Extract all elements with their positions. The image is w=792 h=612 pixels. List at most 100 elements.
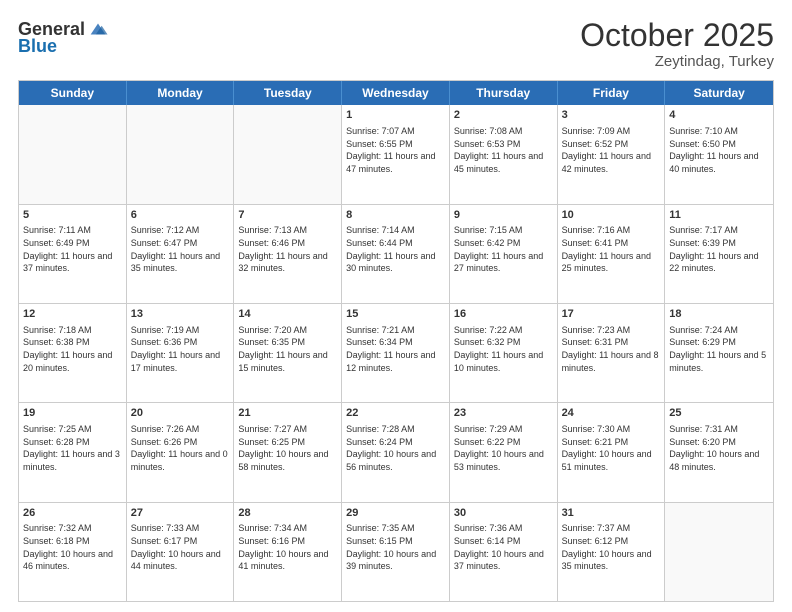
cell-info: Sunrise: 7:12 AM Sunset: 6:47 PM Dayligh…	[131, 224, 230, 274]
day-number: 11	[669, 208, 769, 223]
weekday-tuesday: Tuesday	[234, 81, 342, 105]
cal-cell: 30Sunrise: 7:36 AM Sunset: 6:14 PM Dayli…	[450, 503, 558, 601]
cal-cell: 24 Sunrise: 7:30 AM Sunset: 6:21 PM Dayli…	[558, 403, 666, 501]
cell-info: Sunrise: 7:20 AM Sunset: 6:35 PM Dayligh…	[238, 324, 337, 374]
cell-info: Sunrise: 7:33 AM Sunset: 6:17 PM Dayligh…	[131, 522, 230, 572]
cal-cell	[665, 503, 773, 601]
cal-cell: 10Sunrise: 7:16 AM Sunset: 6:41 PM Dayli…	[558, 205, 666, 303]
day-number: 9	[454, 208, 553, 223]
page: General Blue October 2025 Zeytindag, Tur…	[0, 0, 792, 612]
weekday-monday: Monday	[127, 81, 235, 105]
cell-info: Sunrise: 7:30 AM Sunset: 6:21 PM Dayligh…	[562, 423, 661, 473]
day-number: 14	[238, 307, 337, 322]
cell-info: Sunrise: 7:21 AM Sunset: 6:34 PM Dayligh…	[346, 324, 445, 374]
cal-cell: 21 Sunrise: 7:27 AM Sunset: 6:25 PM Dayli…	[234, 403, 342, 501]
cell-info: Sunrise: 7:16 AM Sunset: 6:41 PM Dayligh…	[562, 224, 661, 274]
cal-cell: 26Sunrise: 7:32 AM Sunset: 6:18 PM Dayli…	[19, 503, 127, 601]
cal-cell: 8Sunrise: 7:14 AM Sunset: 6:44 PM Daylig…	[342, 205, 450, 303]
day-number: 27	[131, 506, 230, 521]
cal-row-2: 12Sunrise: 7:18 AM Sunset: 6:38 PM Dayli…	[19, 303, 773, 402]
cell-info: Sunrise: 7:31 AM Sunset: 6:20 PM Dayligh…	[669, 423, 769, 473]
day-number: 1	[346, 108, 445, 123]
weekday-wednesday: Wednesday	[342, 81, 450, 105]
location-title: Zeytindag, Turkey	[580, 53, 774, 70]
day-number: 3	[562, 108, 661, 123]
day-number: 25	[669, 406, 769, 421]
weekday-sunday: Sunday	[19, 81, 127, 105]
cal-cell: 31Sunrise: 7:37 AM Sunset: 6:12 PM Dayli…	[558, 503, 666, 601]
cal-cell: 12Sunrise: 7:18 AM Sunset: 6:38 PM Dayli…	[19, 304, 127, 402]
weekday-saturday: Saturday	[665, 81, 773, 105]
cal-cell: 9Sunrise: 7:15 AM Sunset: 6:42 PM Daylig…	[450, 205, 558, 303]
cal-cell: 16 Sunrise: 7:22 AM Sunset: 6:32 PM Dayli…	[450, 304, 558, 402]
day-number: 7	[238, 208, 337, 223]
cell-info: Sunrise: 7:29 AM Sunset: 6:22 PM Dayligh…	[454, 423, 553, 473]
cal-cell: 25 Sunrise: 7:31 AM Sunset: 6:20 PM Dayli…	[665, 403, 773, 501]
cal-cell: 1 Sunrise: 7:07 AM Sunset: 6:55 PM Daylig…	[342, 105, 450, 203]
cell-info: Sunrise: 7:15 AM Sunset: 6:42 PM Dayligh…	[454, 224, 553, 274]
cal-cell: 11Sunrise: 7:17 AM Sunset: 6:39 PM Dayli…	[665, 205, 773, 303]
cell-info: Sunrise: 7:27 AM Sunset: 6:25 PM Dayligh…	[238, 423, 337, 473]
day-number: 31	[562, 506, 661, 521]
cell-info: Sunrise: 7:36 AM Sunset: 6:14 PM Dayligh…	[454, 522, 553, 572]
day-number: 26	[23, 506, 122, 521]
calendar-header: Sunday Monday Tuesday Wednesday Thursday…	[19, 81, 773, 105]
day-number: 30	[454, 506, 553, 521]
cell-info: Sunrise: 7:09 AM Sunset: 6:52 PM Dayligh…	[562, 125, 661, 175]
day-number: 17	[562, 307, 661, 322]
cal-cell: 4Sunrise: 7:10 AM Sunset: 6:50 PM Daylig…	[665, 105, 773, 203]
cell-info: Sunrise: 7:32 AM Sunset: 6:18 PM Dayligh…	[23, 522, 122, 572]
cell-info: Sunrise: 7:17 AM Sunset: 6:39 PM Dayligh…	[669, 224, 769, 274]
title-block: October 2025 Zeytindag, Turkey	[580, 18, 774, 70]
cal-row-4: 26Sunrise: 7:32 AM Sunset: 6:18 PM Dayli…	[19, 502, 773, 601]
cell-info: Sunrise: 7:37 AM Sunset: 6:12 PM Dayligh…	[562, 522, 661, 572]
day-number: 16	[454, 307, 553, 322]
cal-cell: 22 Sunrise: 7:28 AM Sunset: 6:24 PM Dayli…	[342, 403, 450, 501]
cal-cell: 29Sunrise: 7:35 AM Sunset: 6:15 PM Dayli…	[342, 503, 450, 601]
cal-cell: 3 Sunrise: 7:09 AM Sunset: 6:52 PM Daylig…	[558, 105, 666, 203]
day-number: 15	[346, 307, 445, 322]
cal-row-1: 5Sunrise: 7:11 AM Sunset: 6:49 PM Daylig…	[19, 204, 773, 303]
day-number: 28	[238, 506, 337, 521]
cell-info: Sunrise: 7:25 AM Sunset: 6:28 PM Dayligh…	[23, 423, 122, 473]
month-title: October 2025	[580, 18, 774, 53]
day-number: 8	[346, 208, 445, 223]
cal-cell: 15 Sunrise: 7:21 AM Sunset: 6:34 PM Dayli…	[342, 304, 450, 402]
logo-blue: Blue	[18, 36, 57, 57]
cal-cell: 17 Sunrise: 7:23 AM Sunset: 6:31 PM Dayli…	[558, 304, 666, 402]
cell-info: Sunrise: 7:18 AM Sunset: 6:38 PM Dayligh…	[23, 324, 122, 374]
cal-cell: 23 Sunrise: 7:29 AM Sunset: 6:22 PM Dayli…	[450, 403, 558, 501]
cal-cell: 13Sunrise: 7:19 AM Sunset: 6:36 PM Dayli…	[127, 304, 235, 402]
calendar-body: 1 Sunrise: 7:07 AM Sunset: 6:55 PM Daylig…	[19, 105, 773, 601]
cal-cell	[234, 105, 342, 203]
day-number: 29	[346, 506, 445, 521]
cal-cell: 6Sunrise: 7:12 AM Sunset: 6:47 PM Daylig…	[127, 205, 235, 303]
cell-info: Sunrise: 7:14 AM Sunset: 6:44 PM Dayligh…	[346, 224, 445, 274]
day-number: 18	[669, 307, 769, 322]
cell-info: Sunrise: 7:34 AM Sunset: 6:16 PM Dayligh…	[238, 522, 337, 572]
cell-info: Sunrise: 7:23 AM Sunset: 6:31 PM Dayligh…	[562, 324, 661, 374]
weekday-thursday: Thursday	[450, 81, 558, 105]
cal-cell	[127, 105, 235, 203]
cell-info: Sunrise: 7:07 AM Sunset: 6:55 PM Dayligh…	[346, 125, 445, 175]
cell-info: Sunrise: 7:22 AM Sunset: 6:32 PM Dayligh…	[454, 324, 553, 374]
cal-cell: 5Sunrise: 7:11 AM Sunset: 6:49 PM Daylig…	[19, 205, 127, 303]
cal-cell: 20Sunrise: 7:26 AM Sunset: 6:26 PM Dayli…	[127, 403, 235, 501]
cell-info: Sunrise: 7:28 AM Sunset: 6:24 PM Dayligh…	[346, 423, 445, 473]
cal-cell: 7Sunrise: 7:13 AM Sunset: 6:46 PM Daylig…	[234, 205, 342, 303]
cell-info: Sunrise: 7:08 AM Sunset: 6:53 PM Dayligh…	[454, 125, 553, 175]
cell-info: Sunrise: 7:26 AM Sunset: 6:26 PM Dayligh…	[131, 423, 230, 473]
cal-row-3: 19 Sunrise: 7:25 AM Sunset: 6:28 PM Dayli…	[19, 402, 773, 501]
weekday-friday: Friday	[558, 81, 666, 105]
cal-row-0: 1 Sunrise: 7:07 AM Sunset: 6:55 PM Daylig…	[19, 105, 773, 203]
day-number: 24	[562, 406, 661, 421]
cell-info: Sunrise: 7:35 AM Sunset: 6:15 PM Dayligh…	[346, 522, 445, 572]
cal-cell: 14 Sunrise: 7:20 AM Sunset: 6:35 PM Dayli…	[234, 304, 342, 402]
day-number: 19	[23, 406, 122, 421]
cell-info: Sunrise: 7:19 AM Sunset: 6:36 PM Dayligh…	[131, 324, 230, 374]
day-number: 23	[454, 406, 553, 421]
cal-cell: 18Sunrise: 7:24 AM Sunset: 6:29 PM Dayli…	[665, 304, 773, 402]
day-number: 21	[238, 406, 337, 421]
logo-icon	[87, 18, 109, 40]
day-number: 22	[346, 406, 445, 421]
